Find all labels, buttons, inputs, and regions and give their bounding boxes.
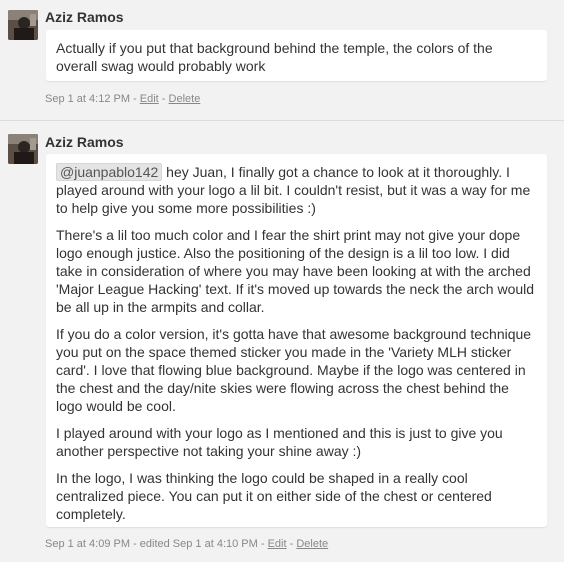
comment-paragraph: Actually if you put that background behi… [56,40,493,74]
author-name[interactable]: Aziz Ramos [45,9,124,25]
meta-separator: - [257,538,268,550]
comment-meta: Sep 1 at 4:12 PM - Edit - Delete [45,93,200,105]
avatar-image [8,10,38,40]
mention-tag[interactable]: @juanpablo142 [56,163,163,181]
comment-1: Aziz Ramos Actually if you put that back… [0,0,564,120]
comment-paragraph: There's a lil too much color and I fear … [56,227,535,315]
author-name[interactable]: Aziz Ramos [45,134,124,150]
comment-paragraph: @juanpablo142 hey Juan, I finally got a … [56,163,537,217]
timestamp: Sep 1 at 4:09 PM - edited Sep 1 at 4:10 … [45,538,258,550]
comment-body: Actually if you put that background behi… [46,30,547,81]
edit-link[interactable]: Edit [140,93,159,105]
comment-paragraph: If you do a color version, it's gotta ha… [56,326,532,414]
meta-separator: - [286,538,297,550]
avatar[interactable] [8,10,38,40]
comment-body: @juanpablo142 hey Juan, I finally got a … [46,154,547,527]
comment-paragraph: In the logo, I was thinking the logo cou… [56,470,492,522]
delete-link[interactable]: Delete [296,538,328,550]
delete-link[interactable]: Delete [169,93,201,105]
meta-separator: - [158,93,169,105]
meta-separator: - [130,93,140,105]
comment-2: Aziz Ramos @juanpablo142 hey Juan, I fin… [0,121,564,562]
avatar[interactable] [8,134,38,164]
timestamp: Sep 1 at 4:12 PM [45,93,130,105]
edit-link[interactable]: Edit [268,538,287,550]
avatar-image [8,134,38,164]
comment-paragraph: I played around with your logo as I ment… [56,425,503,459]
comment-meta: Sep 1 at 4:09 PM - edited Sep 1 at 4:10 … [45,538,328,550]
